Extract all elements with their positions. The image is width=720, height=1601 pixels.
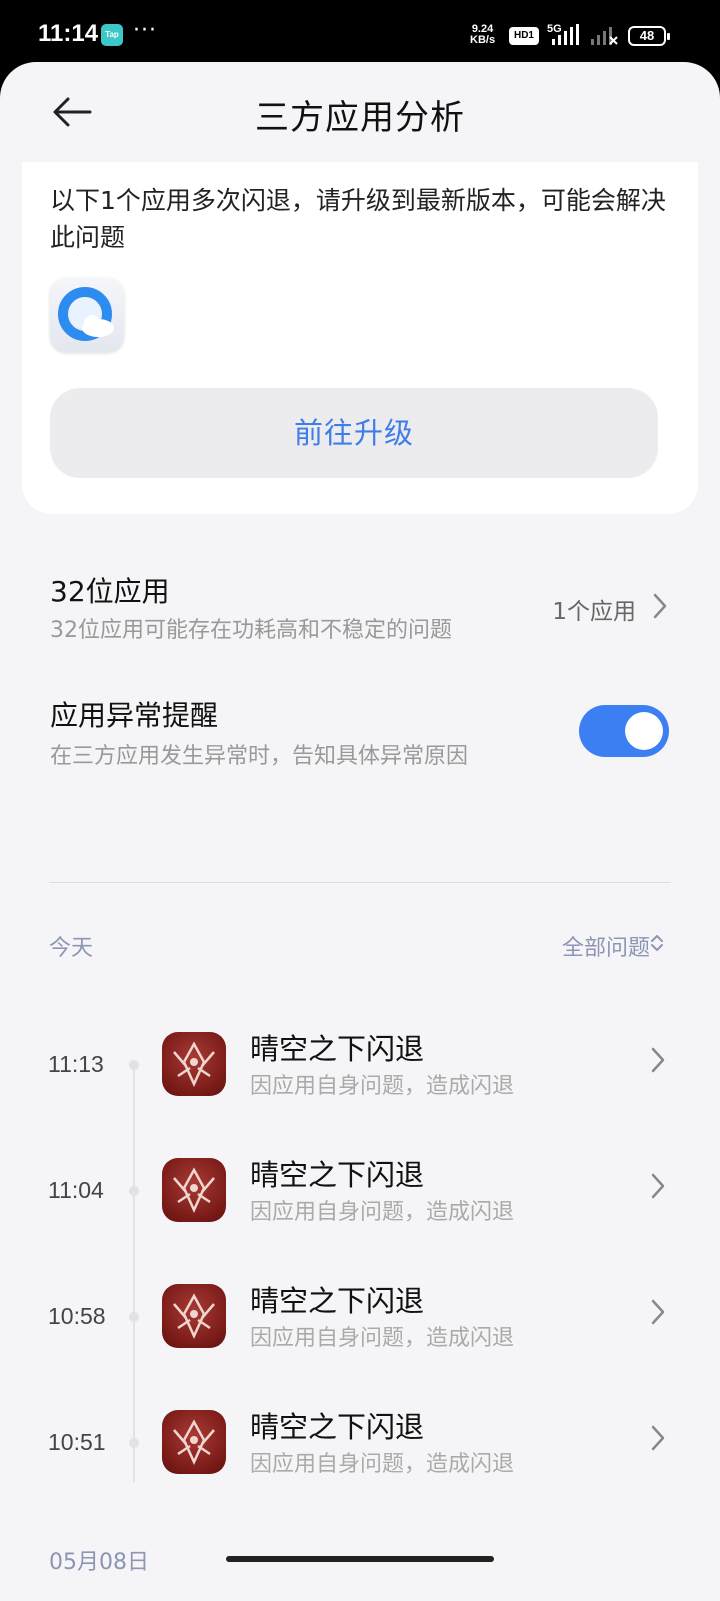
- divider: [49, 882, 671, 883]
- event-title: 晴空之下闪退: [250, 1032, 425, 1066]
- event-subtitle: 因应用自身问题，造成闪退: [250, 1452, 515, 1477]
- more-notifications-icon: ···: [133, 18, 157, 43]
- tap-app-icon: Tap: [101, 24, 123, 46]
- timeline-dot: [129, 1312, 139, 1322]
- event-subtitle: 因应用自身问题，造成闪退: [250, 1200, 515, 1225]
- chevron-right-icon: [651, 1299, 665, 1325]
- chevron-right-icon: [653, 593, 667, 619]
- crash-event-item[interactable]: 11:04 晴空之下闪退 因应用自身问题，造成闪退: [0, 1152, 720, 1252]
- chevron-right-icon: [651, 1173, 665, 1199]
- crash-event-item[interactable]: 10:51 晴空之下闪退 因应用自身问题，造成闪退: [0, 1404, 720, 1504]
- qq-browser-app-icon[interactable]: [50, 278, 124, 352]
- upgrade-button[interactable]: 前往升级: [50, 388, 658, 478]
- timeline-dot: [129, 1438, 139, 1448]
- speed-unit: KB/s: [470, 34, 496, 46]
- event-time: 10:51: [48, 1429, 106, 1455]
- page: 三方应用分析 以下1个应用多次闪退，请升级到最新版本，可能会解决此问题 前往升级…: [0, 62, 720, 1601]
- game-app-icon: [162, 1284, 226, 1348]
- page-title: 三方应用分析: [255, 98, 465, 138]
- event-subtitle: 因应用自身问题，造成闪退: [250, 1326, 515, 1351]
- status-time: 11:14: [38, 20, 99, 47]
- game-app-icon: [162, 1410, 226, 1474]
- game-emblem-icon: [173, 1293, 215, 1340]
- chevron-right-icon: [651, 1425, 665, 1451]
- timeline-dot: [129, 1186, 139, 1196]
- chevron-right-icon: [651, 1047, 665, 1073]
- browser-logo-icon: [58, 287, 114, 341]
- game-emblem-icon: [173, 1419, 215, 1466]
- crash-message: 以下1个应用多次闪退，请升级到最新版本，可能会解决此问题: [50, 186, 666, 252]
- game-emblem-icon: [173, 1041, 215, 1088]
- row-32bit-title: 32位应用: [50, 575, 170, 608]
- toggle-knob: [625, 712, 663, 750]
- row-32bit-value: 1个应用: [552, 599, 636, 625]
- crash-event-item[interactable]: 11:13 晴空之下闪退 因应用自身问题，造成闪退: [0, 1026, 720, 1126]
- date-label: 05月08日: [49, 1550, 149, 1575]
- event-time: 11:13: [48, 1051, 104, 1077]
- game-app-icon: [162, 1032, 226, 1096]
- event-title: 晴空之下闪退: [250, 1284, 425, 1318]
- event-time: 11:04: [48, 1177, 104, 1203]
- status-bar: 11:14 Tap ··· 9.24 KB/s HD1 5G 48: [0, 0, 720, 70]
- game-emblem-icon: [173, 1167, 215, 1214]
- timeline-dot: [129, 1060, 139, 1070]
- filter-dropdown[interactable]: 全部问题: [562, 930, 650, 962]
- event-title: 晴空之下闪退: [250, 1158, 425, 1192]
- crash-event-item[interactable]: 10:58 晴空之下闪退 因应用自身问题，造成闪退: [0, 1278, 720, 1378]
- battery-icon: 48: [628, 26, 670, 46]
- event-subtitle: 因应用自身问题，造成闪退: [250, 1074, 515, 1099]
- hd-icon: HD1: [509, 27, 539, 45]
- row-alert-subtitle: 在三方应用发生异常时，告知具体异常原因: [50, 744, 469, 769]
- crash-upgrade-card: 以下1个应用多次闪退，请升级到最新版本，可能会解决此问题 前往升级: [22, 162, 698, 514]
- row-32bit-subtitle: 32位应用可能存在功耗高和不稳定的问题: [50, 618, 452, 643]
- event-time: 10:58: [48, 1303, 106, 1329]
- today-label: 今天: [49, 936, 94, 961]
- app-alert-toggle[interactable]: [579, 705, 669, 757]
- network-speed: 9.24 KB/s: [470, 24, 495, 46]
- signal-sim2-icon: [591, 27, 618, 45]
- event-title: 晴空之下闪退: [250, 1410, 425, 1444]
- game-app-icon: [162, 1158, 226, 1222]
- row-alert-title: 应用异常提醒: [50, 699, 219, 732]
- sort-chevron-icon[interactable]: [650, 933, 664, 953]
- signal-icon: [552, 24, 579, 45]
- home-indicator[interactable]: [226, 1556, 494, 1562]
